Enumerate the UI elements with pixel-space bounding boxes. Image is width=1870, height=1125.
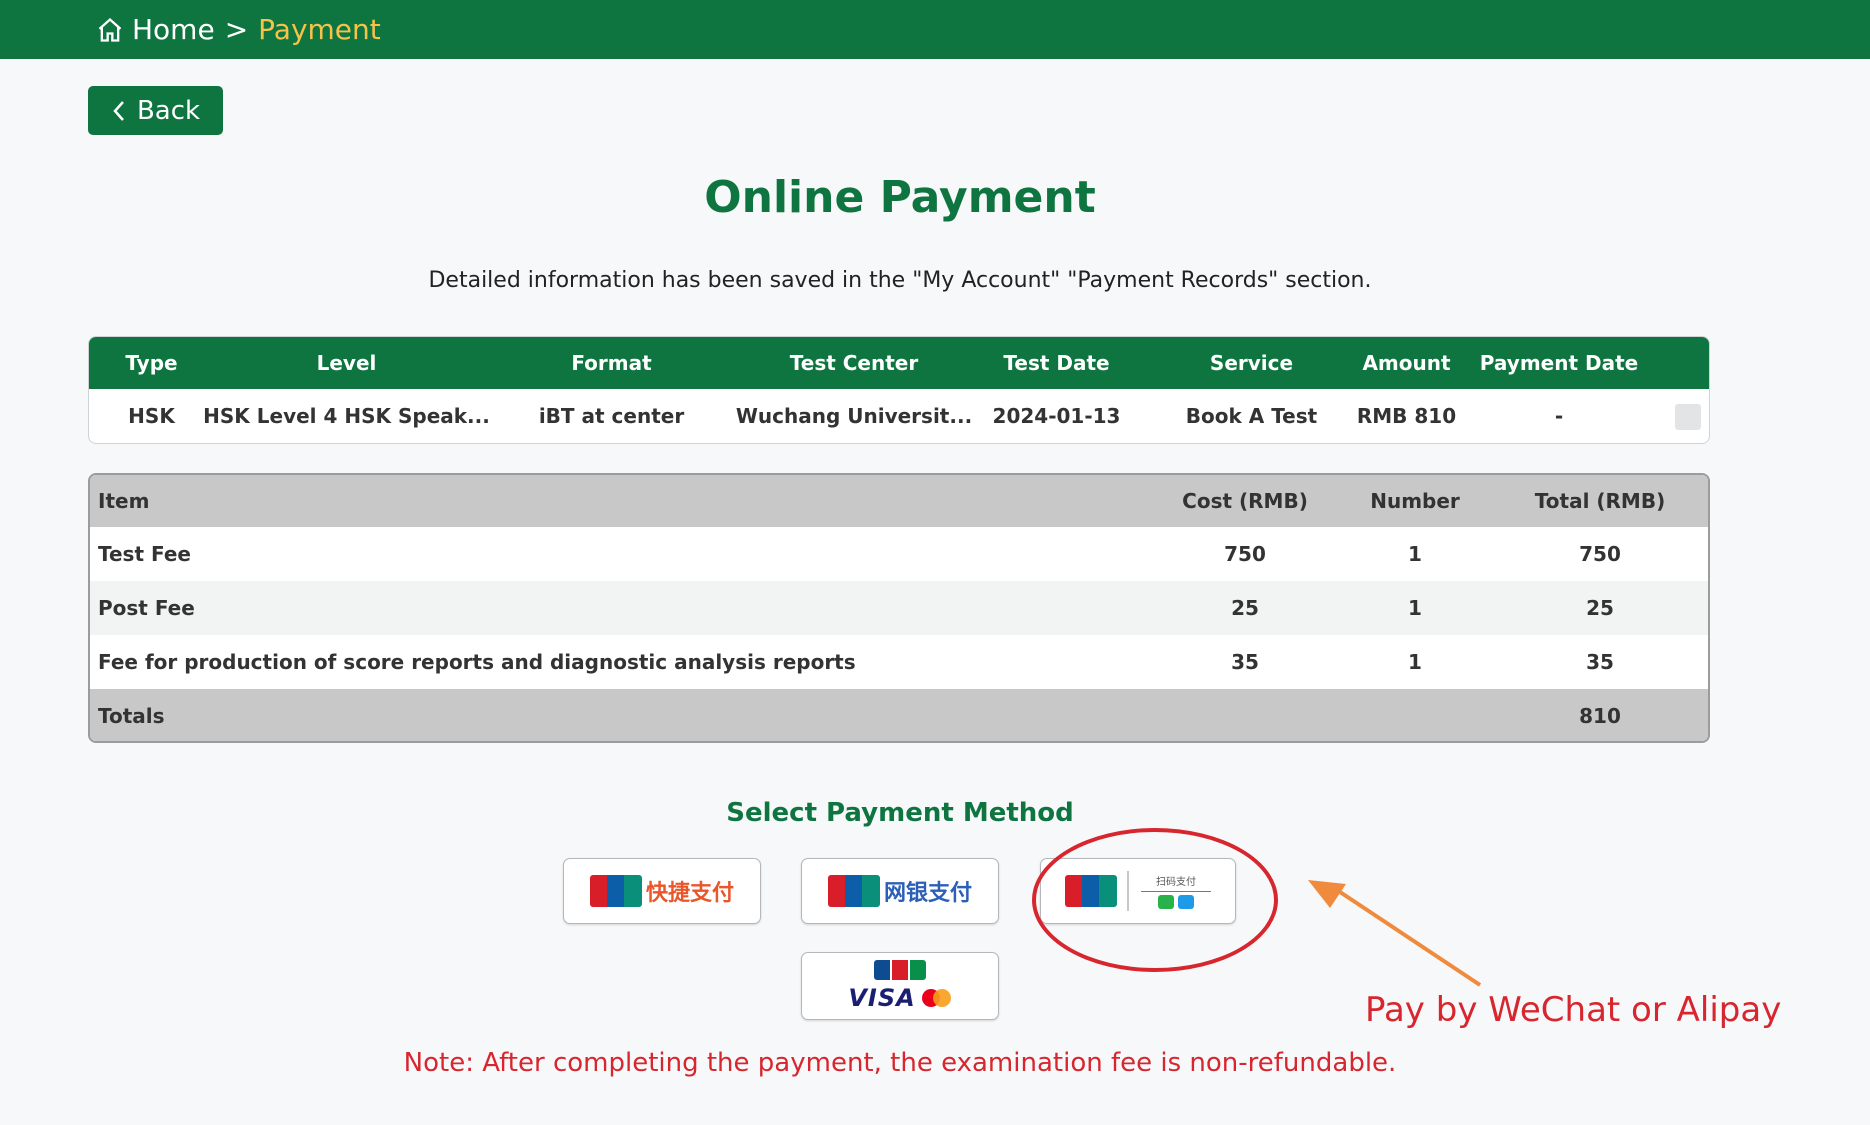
header-number: Number	[1370, 489, 1460, 513]
back-button[interactable]: Back	[88, 86, 223, 135]
fee-total: 25	[1586, 596, 1614, 620]
wechat-icon	[1158, 895, 1174, 909]
cell-payment-date: -	[1554, 404, 1564, 428]
divider	[1141, 891, 1211, 892]
cell-type: HSK	[128, 404, 175, 428]
totals-label: Totals	[98, 704, 165, 728]
scan-to-pay-button[interactable]: 扫码支付	[1040, 858, 1236, 924]
header-item: Item	[98, 489, 150, 513]
page-subtitle: Detailed information has been saved in t…	[428, 268, 1372, 293]
fee-cost: 25	[1231, 596, 1259, 620]
document-icon[interactable]	[1675, 404, 1701, 430]
refund-note: Note: After completing the payment, the …	[403, 1048, 1397, 1078]
unionpay-logo-icon	[827, 875, 880, 907]
header-cost: Cost (RMB)	[1182, 489, 1308, 513]
unionpay-online-label: 网银支付	[883, 881, 972, 906]
exam-table-header: Type Level Format Test Center Test Date …	[89, 337, 1709, 389]
table-row: HSK HSK Level 4 HSK Speak... iBT at cent…	[89, 389, 1709, 443]
fee-total: 750	[1579, 542, 1621, 566]
fee-cost: 35	[1231, 650, 1259, 674]
breadcrumb-separator: >	[224, 13, 249, 46]
unionpay-logo-icon	[589, 875, 642, 907]
fee-item: Fee for production of score reports and …	[98, 650, 856, 674]
header-payment-date: Payment Date	[1479, 351, 1639, 375]
scan-pay-group: 扫码支付	[1141, 873, 1211, 909]
breadcrumb: Home > Payment	[96, 0, 381, 59]
fee-table: Item Cost (RMB) Number Total (RMB) Test …	[88, 473, 1710, 743]
fee-item: Post Fee	[98, 596, 195, 620]
header-level: Level	[316, 351, 377, 375]
fee-cost: 750	[1224, 542, 1266, 566]
cell-amount: RMB 810	[1356, 404, 1457, 428]
cell-test-center: Wuchang Universit...	[735, 404, 973, 428]
unionpay-online-banking-button[interactable]: 网银支付	[801, 858, 999, 924]
visa-logo-icon: VISA	[848, 984, 916, 1012]
table-row: Post Fee 25 1 25	[90, 581, 1708, 635]
cell-service: Book A Test	[1185, 404, 1318, 428]
jcb-logo-icon	[874, 960, 926, 980]
cell-level: HSK Level 4 HSK Speak...	[203, 404, 490, 428]
totals-row: Totals 810	[90, 689, 1708, 741]
divider	[1127, 871, 1129, 911]
unionpay-quick-label: 快捷支付	[645, 881, 734, 906]
annotation-text: Pay by WeChat or Alipay	[1365, 990, 1782, 1030]
table-row: Test Fee 750 1 750	[90, 527, 1708, 581]
alipay-icon	[1178, 895, 1194, 909]
header-format: Format	[571, 351, 652, 375]
select-payment-title: Select Payment Method	[726, 798, 1074, 828]
header-amount: Amount	[1362, 351, 1451, 375]
back-button-label: Back	[136, 95, 201, 126]
breadcrumb-current: Payment	[258, 13, 381, 46]
header-test-center: Test Center	[789, 351, 919, 375]
scan-pay-label: 扫码支付	[1156, 877, 1196, 888]
header-service: Service	[1209, 351, 1294, 375]
unionpay-logo-icon	[1065, 875, 1117, 907]
breadcrumb-home[interactable]: Home	[132, 13, 215, 46]
unionpay-quick-button[interactable]: 快捷支付	[563, 858, 761, 924]
fee-total: 35	[1586, 650, 1614, 674]
page-title: Online Payment	[704, 172, 1096, 223]
cell-test-date: 2024-01-13	[992, 404, 1121, 428]
table-row: Fee for production of score reports and …	[90, 635, 1708, 689]
header-total: Total (RMB)	[1534, 489, 1666, 513]
cell-format: iBT at center	[538, 404, 685, 428]
visa-jcb-mastercard-button[interactable]: VISA	[801, 952, 999, 1020]
fee-item: Test Fee	[98, 542, 191, 566]
header-type: Type	[125, 351, 178, 375]
chevron-left-icon	[113, 100, 124, 121]
header-test-date: Test Date	[1003, 351, 1110, 375]
exam-table: Type Level Format Test Center Test Date …	[88, 336, 1710, 444]
home-icon[interactable]	[96, 16, 124, 44]
fee-number: 1	[1408, 650, 1422, 674]
fee-number: 1	[1408, 596, 1422, 620]
mastercard-logo-icon	[921, 989, 952, 1007]
fee-table-header: Item Cost (RMB) Number Total (RMB)	[90, 475, 1708, 527]
arrow-icon	[1308, 880, 1482, 987]
totals-value: 810	[1579, 704, 1621, 728]
fee-number: 1	[1408, 542, 1422, 566]
top-bar: Home > Payment	[0, 0, 1870, 59]
